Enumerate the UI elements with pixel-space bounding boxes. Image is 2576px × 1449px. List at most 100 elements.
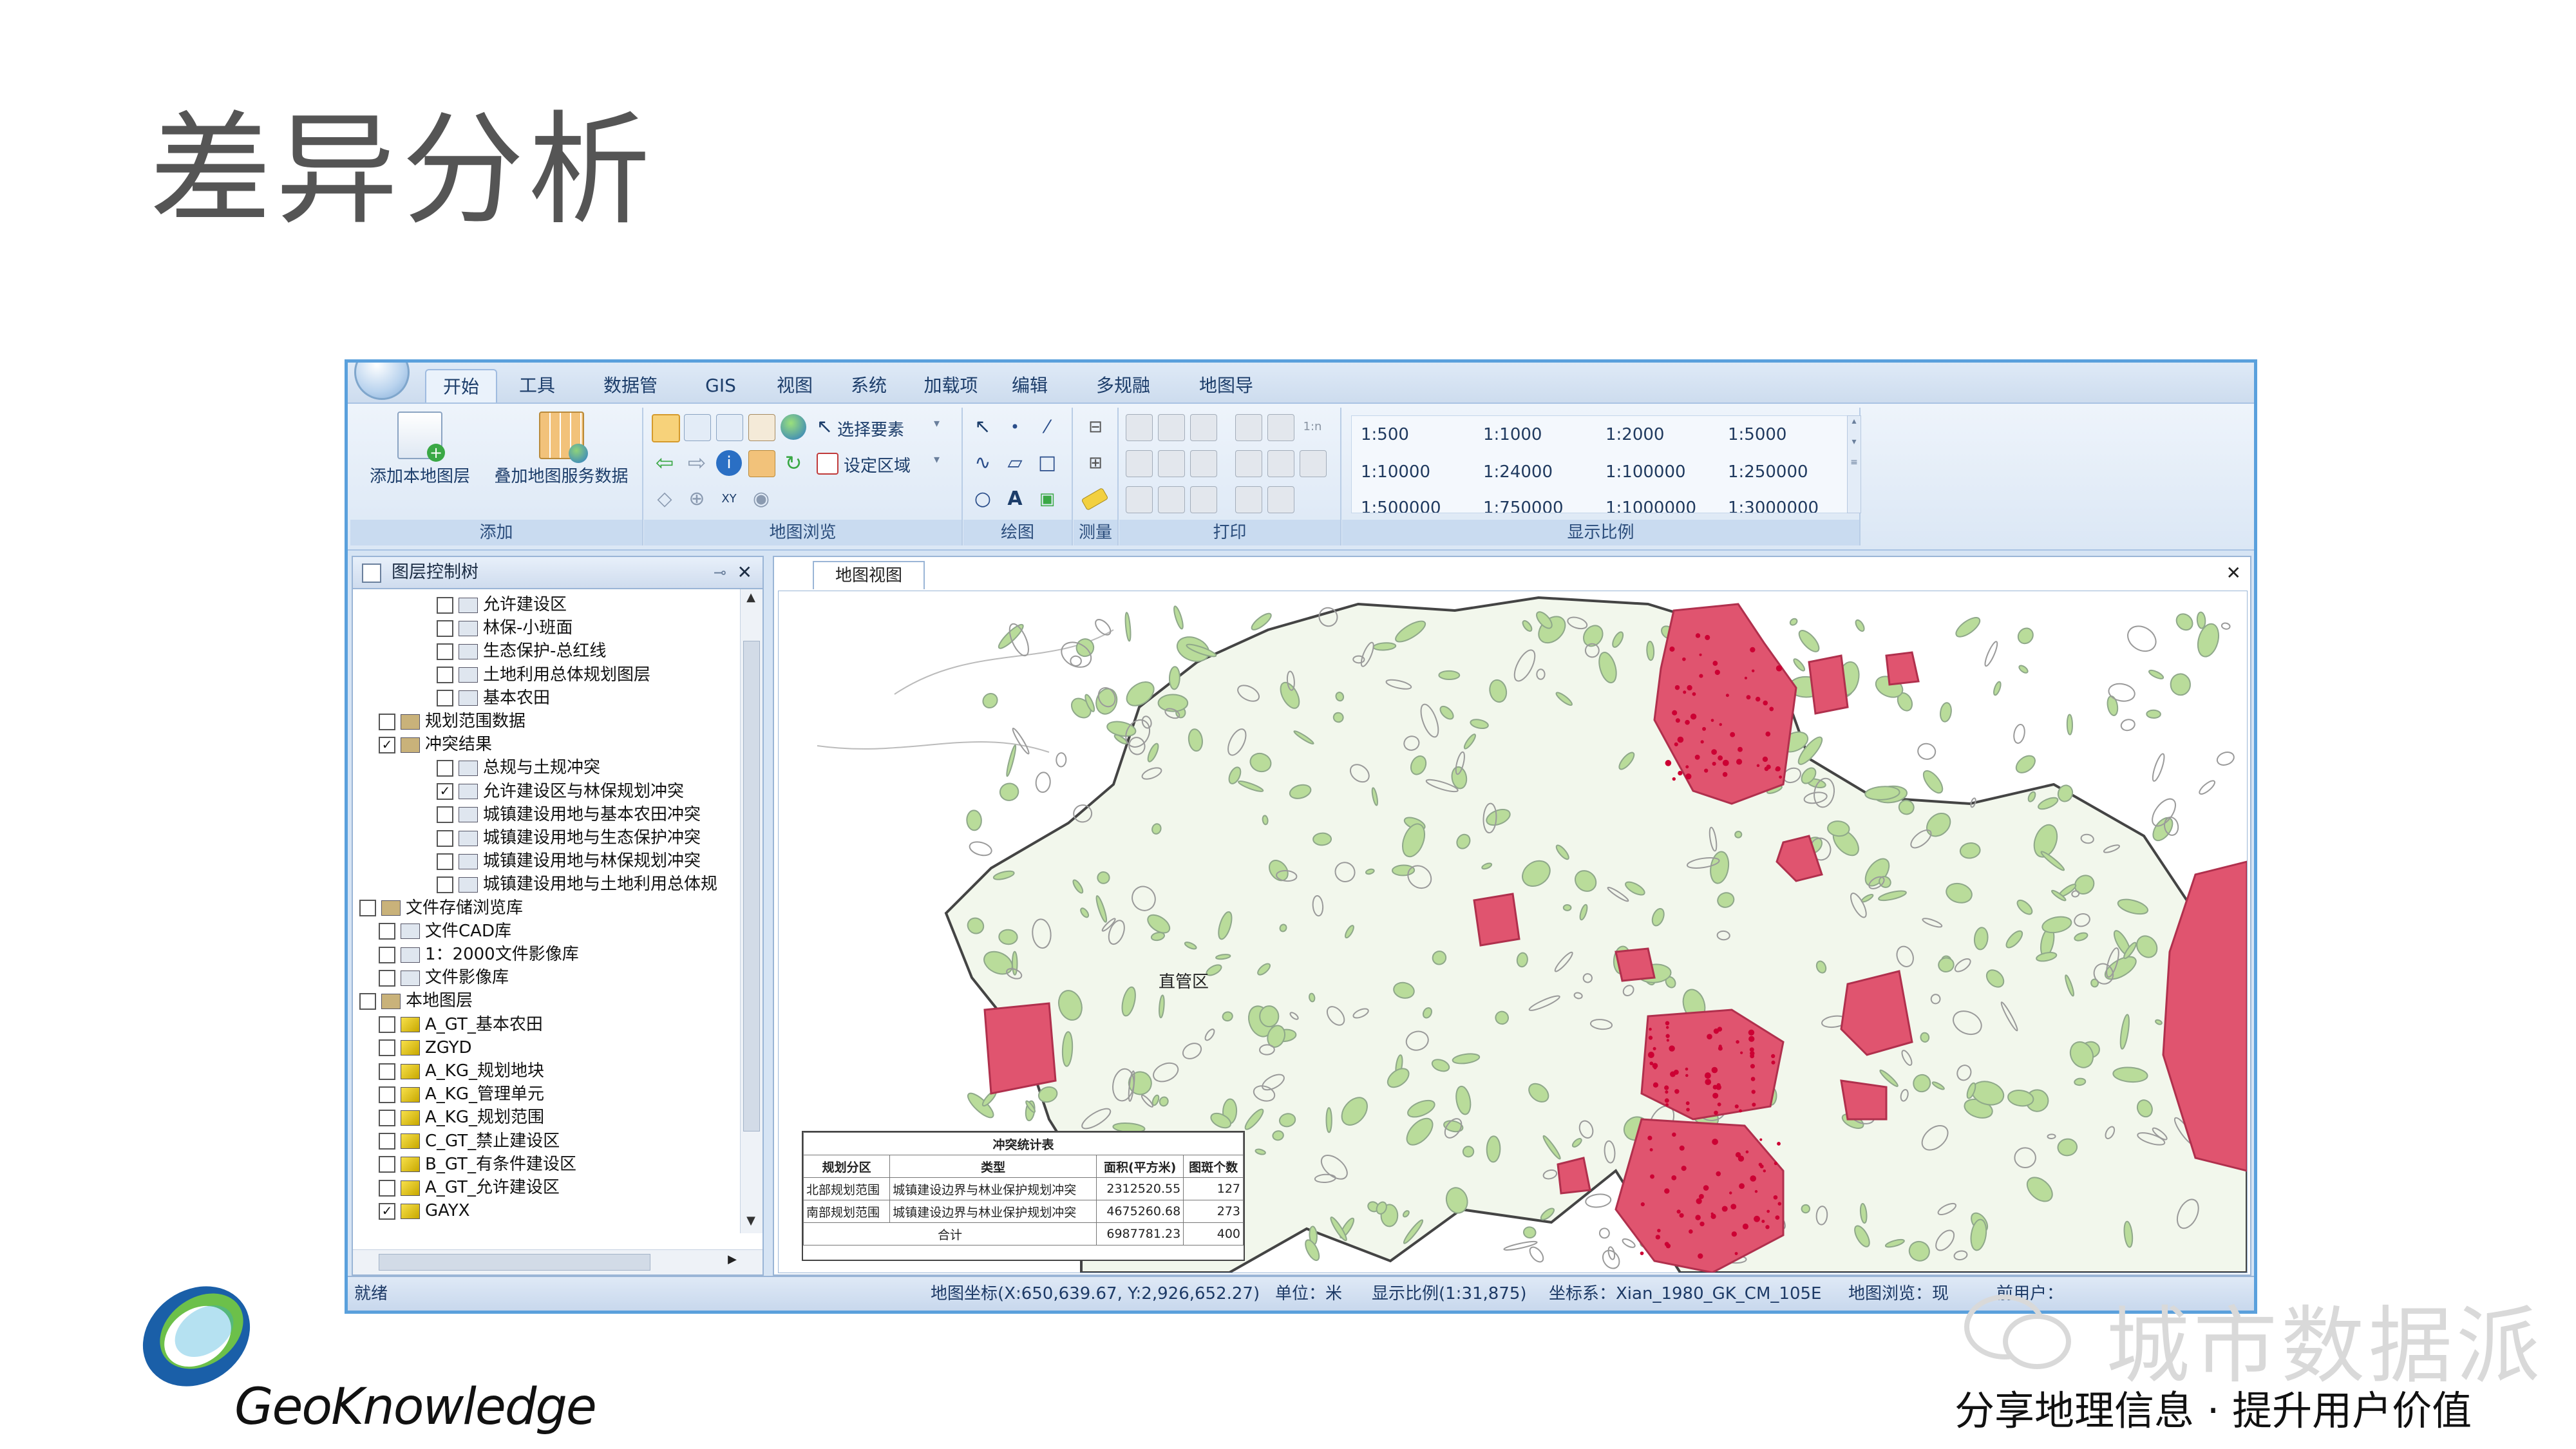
layer-checkbox[interactable]: [437, 596, 453, 614]
layer-group-node[interactable]: 文件存储浏览库: [359, 896, 523, 920]
tab-gis[interactable]: GIS: [692, 369, 749, 402]
print-tool-2-icon[interactable]: [1158, 414, 1185, 441]
refresh-icon[interactable]: ↻: [781, 450, 806, 476]
full-extent-icon[interactable]: ◇: [652, 486, 677, 512]
layer-checkbox[interactable]: [379, 969, 395, 987]
layer-checkbox[interactable]: [359, 992, 376, 1010]
tab-addins[interactable]: 加载项: [914, 369, 987, 402]
tab-view[interactable]: 视图: [766, 369, 823, 402]
layer-node[interactable]: 文件影像库: [379, 966, 509, 989]
overlay-service-button[interactable]: 叠加地图服务数据: [486, 412, 637, 487]
map-canvas[interactable]: 直管区 冲突统计表 规划分区 类型 面积(平方米) 图斑个数 北部规划范围 城镇…: [778, 591, 2248, 1273]
application-menu-button[interactable]: [354, 363, 410, 400]
layer-checkbox[interactable]: [379, 1086, 395, 1103]
layer-node[interactable]: 文件CAD库: [379, 920, 511, 943]
print-tool-4-icon[interactable]: [1235, 414, 1262, 441]
layer-checkbox[interactable]: [379, 1016, 395, 1034]
scale-option[interactable]: 1:5000: [1728, 425, 1786, 444]
layer-checkbox[interactable]: [379, 1109, 395, 1126]
layer-checkbox[interactable]: [379, 713, 395, 730]
back-arrow-icon[interactable]: ⇦: [652, 450, 677, 476]
layer-tree-hscroll[interactable]: ▶: [353, 1249, 762, 1274]
layer-tree-vscroll[interactable]: ▲ ▼: [740, 589, 762, 1233]
layer-node[interactable]: 城镇建设用地与土地利用总体规: [437, 873, 717, 896]
layer-checkbox[interactable]: ✓: [379, 1202, 395, 1220]
forward-arrow-icon[interactable]: ⇨: [684, 450, 710, 476]
tab-start[interactable]: 开始: [425, 369, 497, 404]
xy-locate-icon[interactable]: XY: [716, 486, 742, 512]
zoom-extent-icon[interactable]: [716, 414, 743, 441]
polygon-icon[interactable]: ▱: [1002, 450, 1028, 476]
tab-multi-plan[interactable]: 多规融合: [1079, 369, 1168, 430]
scroll-thumb[interactable]: [743, 641, 760, 1132]
set-region-dropdown-icon[interactable]: ▾: [934, 453, 940, 466]
scale-option[interactable]: 1:1000: [1483, 425, 1542, 444]
hscroll-thumb[interactable]: [379, 1254, 650, 1271]
zoom-out-icon[interactable]: [684, 414, 711, 441]
info-icon[interactable]: i: [716, 450, 742, 476]
tab-map-navigation[interactable]: 地图导航: [1182, 369, 1271, 430]
layer-node[interactable]: 城镇建设用地与林保规划冲突: [437, 849, 701, 873]
image-icon[interactable]: ▣: [1034, 486, 1060, 512]
layer-checkbox[interactable]: [379, 946, 395, 963]
tab-map-view[interactable]: 地图视图: [813, 561, 925, 589]
layer-node[interactable]: 城镇建设用地与基本农田冲突: [437, 803, 701, 826]
layer-group-node[interactable]: 本地图层: [359, 989, 473, 1012]
layer-checkbox[interactable]: [437, 667, 453, 684]
layer-checkbox[interactable]: [379, 923, 395, 940]
print-tool-14-icon[interactable]: [1190, 486, 1217, 513]
circle-icon[interactable]: ○: [970, 486, 996, 512]
scale-option[interactable]: 1:3000000: [1728, 498, 1819, 513]
print-tool-16-icon[interactable]: [1267, 486, 1294, 513]
print-tool-8-icon[interactable]: [1190, 450, 1217, 477]
layer-group-node[interactable]: 规划范围数据: [379, 710, 526, 733]
layer-node[interactable]: 总规与土规冲突: [437, 756, 600, 779]
rectangle-icon[interactable]: □: [1034, 450, 1060, 476]
layer-checkbox[interactable]: [437, 759, 453, 777]
scale-option[interactable]: 1:24000: [1483, 462, 1553, 482]
print-tool-6-icon[interactable]: [1126, 450, 1153, 477]
tab-tools[interactable]: 工具: [506, 369, 569, 402]
curve-icon[interactable]: ∿: [970, 450, 996, 476]
pan-hand-icon[interactable]: [748, 414, 775, 441]
layer-node[interactable]: 土地利用总体规划图层: [437, 663, 650, 687]
select-features-dropdown-icon[interactable]: ▾: [934, 417, 940, 430]
zoom-layer-icon[interactable]: ⊕: [684, 486, 710, 512]
layer-node[interactable]: A_KG_管理单元: [379, 1083, 544, 1106]
print-tool-5-icon[interactable]: [1267, 414, 1294, 441]
scale-1n-icon[interactable]: 1:n: [1300, 414, 1325, 440]
print-tool-15-icon[interactable]: [1235, 486, 1262, 513]
scale-option[interactable]: 1:100000: [1605, 462, 1686, 482]
layer-node[interactable]: 生态保护-总红线: [437, 639, 606, 663]
layer-checkbox[interactable]: ✓: [379, 736, 395, 753]
print-tool-7-icon[interactable]: [1158, 450, 1185, 477]
layer-checkbox[interactable]: [437, 829, 453, 847]
print-tool-1-icon[interactable]: [1126, 414, 1153, 441]
layer-checkbox[interactable]: [437, 690, 453, 707]
scale-option[interactable]: 1:2000: [1605, 425, 1664, 444]
layer-checkbox[interactable]: [379, 1179, 395, 1197]
print-tool-12-icon[interactable]: [1126, 486, 1153, 513]
scale-option[interactable]: 1:750000: [1483, 498, 1564, 513]
layer-node[interactable]: 允许建设区: [437, 593, 567, 616]
measure-distance-icon[interactable]: ⊟: [1083, 414, 1108, 440]
print-tool-13-icon[interactable]: [1158, 486, 1185, 513]
layer-checkbox[interactable]: [437, 853, 453, 870]
layer-checkbox[interactable]: [437, 620, 453, 637]
layer-node[interactable]: 基本农田: [437, 687, 550, 710]
close-icon[interactable]: ✕: [737, 557, 752, 588]
scroll-right-icon[interactable]: ▶: [728, 1253, 737, 1266]
scale-option[interactable]: 1:500000: [1361, 498, 1441, 513]
add-local-layer-button[interactable]: + 添加本地图层: [362, 412, 478, 487]
scale-option[interactable]: 1:10000: [1361, 462, 1430, 482]
layer-checkbox[interactable]: [359, 900, 376, 917]
text-icon[interactable]: A: [1002, 486, 1028, 512]
globe-icon[interactable]: [781, 414, 806, 440]
layer-node[interactable]: A_KG_规划地块: [379, 1059, 544, 1083]
zoom-in-icon[interactable]: [652, 414, 680, 442]
layer-checkbox[interactable]: [437, 806, 453, 824]
layer-node[interactable]: C_GT_禁止建设区: [379, 1130, 560, 1153]
tab-system[interactable]: 系统: [840, 369, 897, 402]
print-tool-10-icon[interactable]: [1267, 450, 1294, 477]
layer-checkbox[interactable]: ✓: [437, 783, 453, 800]
